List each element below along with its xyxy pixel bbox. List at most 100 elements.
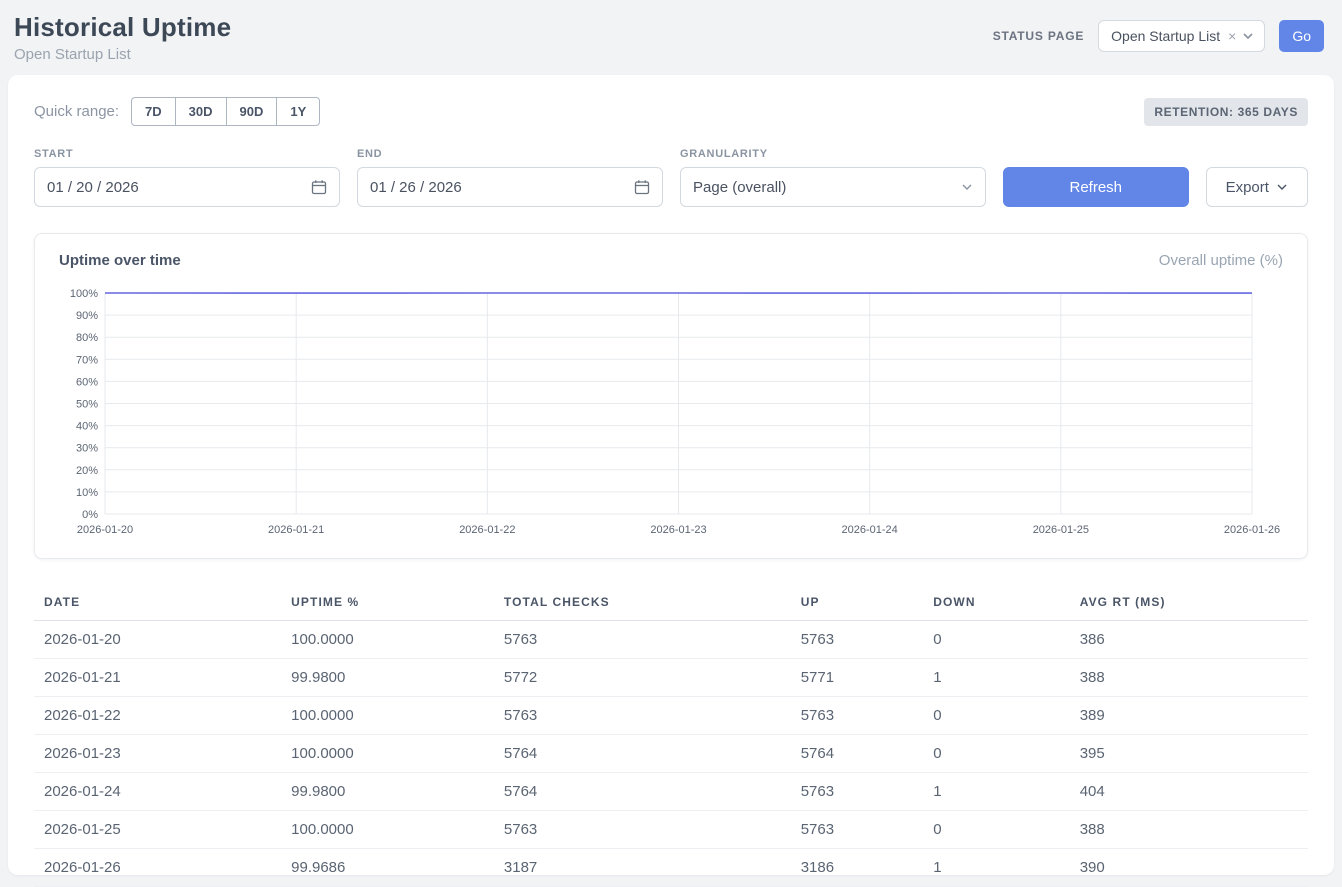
status-page-label: STATUS PAGE [993, 29, 1084, 43]
svg-text:90%: 90% [76, 310, 98, 322]
quick-range-1y[interactable]: 1Y [276, 97, 320, 126]
calendar-icon [634, 179, 650, 195]
table-header-row: DATEUPTIME %TOTAL CHECKSUPDOWNAVG RT (MS… [34, 585, 1308, 621]
svg-text:10%: 10% [76, 487, 98, 499]
svg-text:2026-01-25: 2026-01-25 [1033, 524, 1089, 536]
svg-text:70%: 70% [76, 354, 98, 366]
main-card: Quick range: 7D 30D 90D 1Y RETENTION: 36… [8, 75, 1334, 875]
table-cell: 5764 [791, 735, 923, 773]
export-button[interactable]: Export [1206, 167, 1308, 207]
end-date-value: 01 / 26 / 2026 [370, 179, 462, 196]
table-cell: 2026-01-24 [34, 773, 281, 811]
granularity-select[interactable]: Page (overall) [680, 167, 986, 207]
table-row: 2026-01-25100.0000576357630388 [34, 811, 1308, 849]
table-row: 2026-01-23100.0000576457640395 [34, 735, 1308, 773]
status-page-select[interactable]: Open Startup List × [1098, 20, 1265, 52]
table-cell: 99.9800 [281, 659, 494, 697]
table-cell: 5772 [494, 659, 791, 697]
header-controls: STATUS PAGE Open Startup List × Go [993, 20, 1324, 52]
svg-text:100%: 100% [70, 288, 98, 300]
clear-selection-icon[interactable]: × [1228, 28, 1236, 44]
start-date-value: 01 / 20 / 2026 [47, 179, 139, 196]
svg-text:20%: 20% [76, 465, 98, 477]
svg-text:2026-01-24: 2026-01-24 [842, 524, 898, 536]
table-cell: 5764 [494, 773, 791, 811]
svg-text:2026-01-22: 2026-01-22 [459, 524, 515, 536]
chevron-down-icon [961, 181, 973, 193]
table-cell: 2026-01-26 [34, 849, 281, 887]
table-cell: 100.0000 [281, 621, 494, 659]
table-cell: 100.0000 [281, 697, 494, 735]
status-page-select-value: Open Startup List [1111, 28, 1220, 44]
svg-text:30%: 30% [76, 443, 98, 455]
end-date-input[interactable]: 01 / 26 / 2026 [357, 167, 663, 207]
table-cell: 5763 [494, 811, 791, 849]
table-cell: 5763 [791, 697, 923, 735]
table-cell: 1 [923, 773, 1070, 811]
table-cell: 2026-01-21 [34, 659, 281, 697]
table-cell: 0 [923, 621, 1070, 659]
svg-text:2026-01-26: 2026-01-26 [1224, 524, 1280, 536]
table-cell: 0 [923, 697, 1070, 735]
quick-range-90d[interactable]: 90D [226, 97, 278, 126]
table-cell: 390 [1070, 849, 1308, 887]
table-header-cell: TOTAL CHECKS [494, 585, 791, 621]
table-cell: 5764 [494, 735, 791, 773]
start-date-input[interactable]: 01 / 20 / 2026 [34, 167, 340, 207]
table-header-cell: AVG RT (MS) [1070, 585, 1308, 621]
svg-text:2026-01-23: 2026-01-23 [650, 524, 706, 536]
table-cell: 386 [1070, 621, 1308, 659]
table-row: 2026-01-2199.9800577257711388 [34, 659, 1308, 697]
quick-range-7d[interactable]: 7D [131, 97, 176, 126]
export-button-label: Export [1226, 179, 1269, 196]
controls-row: START 01 / 20 / 2026 END 01 / 26 / 2026 … [34, 148, 1308, 207]
table-header-cell: DOWN [923, 585, 1070, 621]
table-cell: 2026-01-22 [34, 697, 281, 735]
granularity-label: GRANULARITY [680, 148, 986, 160]
page-title: Historical Uptime [14, 12, 231, 43]
granularity-field: GRANULARITY Page (overall) [680, 148, 986, 207]
quick-range-row: Quick range: 7D 30D 90D 1Y RETENTION: 36… [34, 97, 1308, 126]
table-cell: 2026-01-20 [34, 621, 281, 659]
retention-badge: RETENTION: 365 DAYS [1144, 98, 1308, 126]
quick-range-30d[interactable]: 30D [175, 97, 227, 126]
page-subtitle: Open Startup List [14, 46, 231, 63]
table-cell: 5763 [494, 697, 791, 735]
chevron-down-icon [1242, 30, 1254, 42]
table-cell: 389 [1070, 697, 1308, 735]
table-cell: 5763 [791, 621, 923, 659]
uptime-table: DATEUPTIME %TOTAL CHECKSUPDOWNAVG RT (MS… [34, 585, 1308, 887]
table-cell: 0 [923, 735, 1070, 773]
table-row: 2026-01-22100.0000576357630389 [34, 697, 1308, 735]
table-cell: 0 [923, 811, 1070, 849]
go-button[interactable]: Go [1279, 20, 1324, 52]
table-cell: 5771 [791, 659, 923, 697]
chevron-down-icon [1276, 181, 1288, 193]
table-cell: 99.9800 [281, 773, 494, 811]
chart-legend: Overall uptime (%) [1159, 252, 1283, 269]
table-header-cell: UP [791, 585, 923, 621]
end-date-field: END 01 / 26 / 2026 [357, 148, 663, 207]
svg-text:40%: 40% [76, 421, 98, 433]
table-cell: 1 [923, 849, 1070, 887]
svg-text:50%: 50% [76, 399, 98, 411]
quick-range-group: 7D 30D 90D 1Y [131, 97, 320, 126]
table-cell: 5763 [494, 621, 791, 659]
uptime-chart-card: Uptime over time Overall uptime (%) 0%10… [34, 233, 1308, 559]
svg-text:80%: 80% [76, 332, 98, 344]
start-date-label: START [34, 148, 340, 160]
table-cell: 2026-01-25 [34, 811, 281, 849]
granularity-value: Page (overall) [693, 179, 786, 196]
table-cell: 1 [923, 659, 1070, 697]
table-cell: 395 [1070, 735, 1308, 773]
table-header-cell: DATE [34, 585, 281, 621]
svg-text:60%: 60% [76, 376, 98, 388]
svg-text:0%: 0% [82, 509, 98, 521]
refresh-button[interactable]: Refresh [1003, 167, 1189, 207]
uptime-table-wrap: DATEUPTIME %TOTAL CHECKSUPDOWNAVG RT (MS… [34, 585, 1308, 887]
table-row: 2026-01-20100.0000576357630386 [34, 621, 1308, 659]
uptime-table-body: 2026-01-20100.00005763576303862026-01-21… [34, 621, 1308, 887]
table-cell: 5763 [791, 773, 923, 811]
calendar-icon [311, 179, 327, 195]
table-cell: 99.9686 [281, 849, 494, 887]
